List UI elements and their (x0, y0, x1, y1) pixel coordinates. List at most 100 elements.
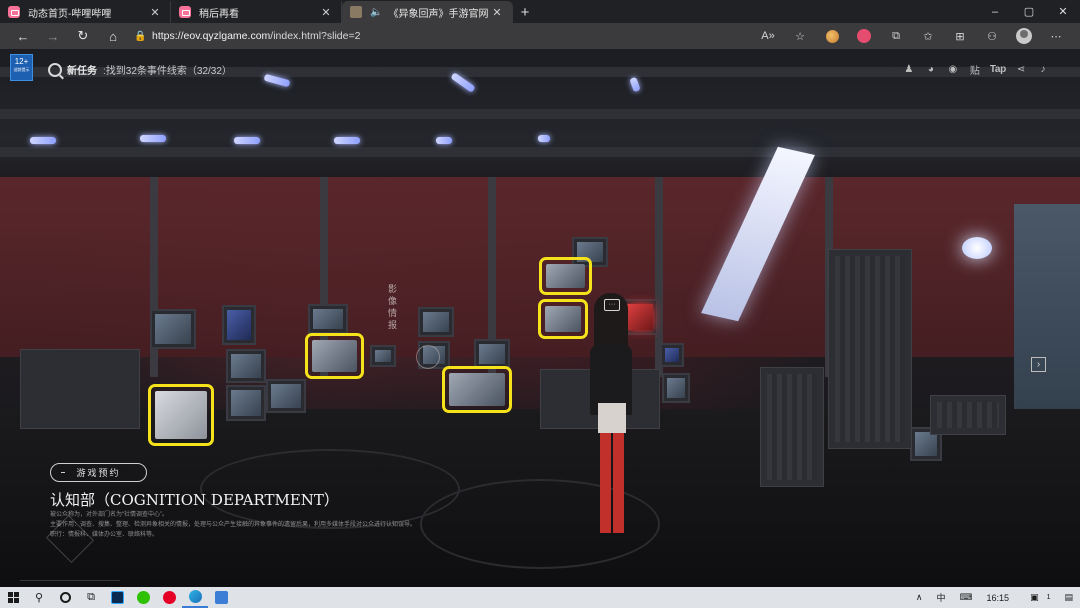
ceiling-light (436, 137, 452, 144)
search-icon[interactable] (48, 62, 62, 77)
ceiling-light (234, 137, 260, 144)
task-label: 新任务 (67, 66, 97, 77)
character-figure (590, 293, 636, 543)
reserve-game-button[interactable]: 游戏预约 (50, 463, 147, 482)
notification-count: 1 (1046, 594, 1051, 601)
share-icon[interactable]: ⋖ (1014, 64, 1028, 75)
close-tab-icon[interactable]: ✕ (490, 6, 504, 19)
photos-icon[interactable] (208, 587, 234, 608)
close-tab-icon[interactable]: ✕ (148, 6, 162, 19)
department-title: 认知部（COGNITION DEPARTMENT） (50, 491, 339, 509)
tab-game-site[interactable]: 🔈 《异象回声》手游官网 ✕ (342, 1, 513, 23)
keyboard-icon[interactable]: ⌨ (953, 587, 980, 608)
netease-music-icon[interactable] (156, 587, 182, 608)
ime-indicator[interactable]: 中 (930, 587, 953, 608)
ceiling-beam (0, 147, 1080, 157)
home-icon[interactable]: ⌂ (98, 25, 128, 47)
task-banner: 新任务 :找到32条事件线索（32/32） (48, 62, 232, 77)
mixer-rack (760, 367, 824, 487)
chat-bubble-icon[interactable]: ··· (604, 299, 620, 311)
equipment-rack (828, 249, 912, 449)
ceiling-light (538, 135, 550, 142)
social-links: ♟ ◕ ◉ 贴 Tap ⋖ ♪ (902, 62, 1050, 77)
lamp-ring (416, 345, 440, 369)
tab-bilibili-dynamic[interactable]: 动态首页-哔哩哔哩 ✕ (0, 1, 171, 23)
taskbar-search-icon[interactable]: ⚲ (26, 587, 52, 608)
close-window-button[interactable]: ✕ (1046, 0, 1080, 23)
cortana-icon[interactable] (52, 587, 78, 608)
clue-highlight-monitor[interactable] (538, 299, 588, 339)
photoshop-icon[interactable] (104, 587, 130, 608)
desk-lamp (962, 237, 992, 259)
crt-monitor (308, 304, 348, 334)
game-favicon-icon (350, 6, 362, 18)
profile-sync-icon[interactable]: ⚇ (976, 25, 1008, 47)
crt-monitor (226, 385, 266, 421)
speaker-icon[interactable]: 🔈 (370, 7, 382, 18)
url-field[interactable]: 🔒 https://eov.qyzlgame.com/index.html?sl… (134, 25, 694, 47)
weibo-icon[interactable]: ◉ (946, 64, 960, 75)
chevron-up-icon[interactable]: ∧ (909, 587, 930, 608)
lock-icon[interactable]: 🔒 (134, 31, 152, 42)
watermark-logo (20, 515, 120, 581)
clue-highlight-monitor[interactable] (539, 257, 592, 295)
ceiling-beam (0, 109, 1080, 119)
ceiling-light (334, 137, 360, 144)
age-rating-badge: 12+ 适龄提示 (10, 54, 33, 81)
collections-icon[interactable]: ⊞ (944, 25, 976, 47)
windows-start-icon[interactable] (0, 587, 26, 608)
refresh-icon[interactable]: ↻ (68, 25, 98, 47)
tieba-icon[interactable]: 贴 (968, 62, 982, 77)
crt-monitor (474, 339, 510, 369)
profile-icon[interactable] (1008, 25, 1040, 47)
tab-title: 《异象回声》手游官网 (388, 8, 489, 20)
address-bar: ← → ↻ ⌂ 🔒 https://eov.qyzlgame.com/index… (0, 23, 1080, 49)
extension-1-icon[interactable] (816, 25, 848, 47)
read-aloud-icon[interactable]: A» (752, 25, 784, 47)
task-text: :找到32条事件线索（32/32） (103, 66, 232, 77)
forward-icon[interactable]: → (38, 25, 68, 47)
favorite-add-icon[interactable]: ☆ (784, 25, 816, 47)
wechat-icon[interactable]: ◕ (924, 64, 938, 75)
crt-monitor (662, 373, 690, 403)
crt-monitor (370, 345, 396, 367)
taptap-link[interactable]: Tap (990, 64, 1006, 75)
crt-monitor (150, 309, 196, 349)
qq-icon[interactable]: ♟ (902, 64, 916, 75)
maximize-button[interactable]: ▢ (1012, 0, 1046, 23)
notification-badge[interactable]: ▣ 1 (1016, 587, 1057, 608)
extensions-icon[interactable]: ⧉ (880, 25, 912, 47)
ceiling-light (30, 137, 56, 144)
more-icon[interactable]: ⋯ (1040, 25, 1072, 47)
desk (20, 349, 140, 429)
edge-icon[interactable] (182, 587, 208, 608)
music-icon[interactable]: ♪ (1036, 64, 1050, 75)
wechat-app-icon[interactable] (130, 587, 156, 608)
clue-highlight-document[interactable] (148, 384, 214, 446)
clue-highlight-monitor[interactable] (305, 333, 364, 379)
extension-2-icon[interactable] (848, 25, 880, 47)
next-slide-icon[interactable]: › (1031, 357, 1046, 372)
clue-highlight-monitor[interactable] (442, 366, 512, 413)
system-tray: ∧ 中 ⌨ 16:15 ▣ 1 ▤ (909, 587, 1080, 608)
new-tab-button[interactable]: + (513, 1, 537, 23)
favorites-icon[interactable]: ✩ (912, 25, 944, 47)
vertical-label: 影像情报 (388, 285, 398, 331)
task-view-icon[interactable]: ⧉ (78, 587, 104, 608)
notification-icon[interactable]: ▤ (1057, 587, 1080, 608)
close-tab-icon[interactable]: ✕ (319, 6, 333, 19)
crt-monitor (226, 349, 266, 383)
tab-title: 稍后再看 (199, 8, 239, 20)
crt-monitor (660, 343, 684, 367)
back-icon[interactable]: ← (8, 25, 38, 47)
ceiling-light (140, 135, 166, 142)
window-controls: – ▢ ✕ (978, 0, 1080, 23)
url-host: https://eov.qyzlgame.com (152, 30, 271, 42)
tab-watch-later[interactable]: 稍后再看 ✕ (171, 1, 342, 23)
clock[interactable]: 16:15 (980, 587, 1017, 608)
browser-toolbar: A» ☆ ⧉ ✩ ⊞ ⚇ ⋯ (752, 23, 1072, 49)
minimize-button[interactable]: – (978, 0, 1012, 23)
crt-monitor (266, 379, 306, 413)
case (930, 395, 1006, 435)
crt-monitor (418, 307, 454, 337)
